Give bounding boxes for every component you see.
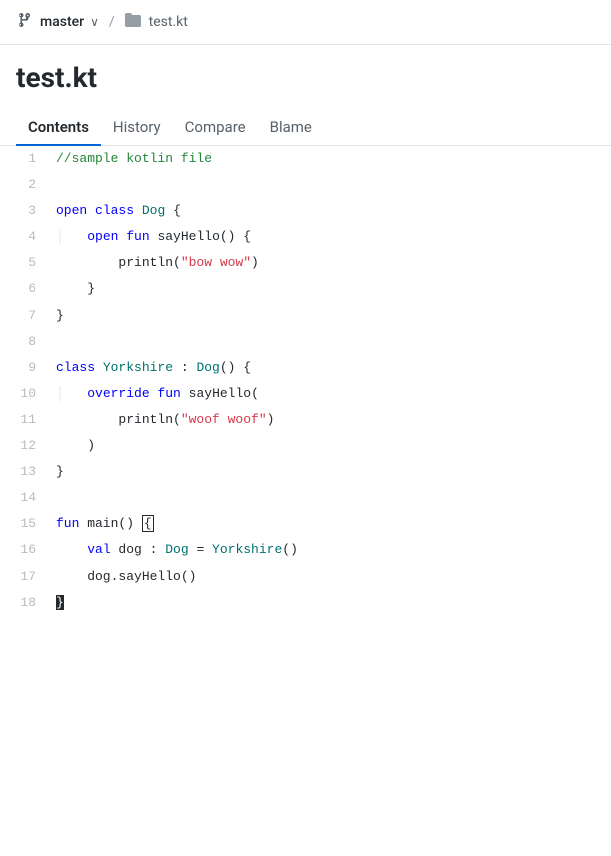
code-container: 1//sample kotlin file2 3open class Dog {… (0, 146, 611, 616)
line-code: class Yorkshire : Dog() { (48, 355, 611, 381)
code-table: 1//sample kotlin file2 3open class Dog {… (0, 146, 611, 616)
line-number: 2 (0, 172, 48, 198)
line-code: │ open fun sayHello() { (48, 224, 611, 250)
branch-name: master (40, 14, 84, 30)
line-number: 10 (0, 381, 48, 407)
line-code (48, 485, 611, 511)
line-code: │ override fun sayHello( (48, 381, 611, 407)
line-code (48, 329, 611, 355)
table-row: 17 dog.sayHello() (0, 564, 611, 590)
line-code (48, 172, 611, 198)
tab-compare[interactable]: Compare (173, 110, 258, 146)
page-title-section: test.kt (0, 45, 611, 94)
tab-history[interactable]: History (101, 110, 173, 146)
tab-contents[interactable]: Contents (16, 110, 101, 146)
line-number: 18 (0, 590, 48, 616)
table-row: 5 println("bow wow") (0, 250, 611, 276)
line-code: println("bow wow") (48, 250, 611, 276)
table-row: 18} (0, 590, 611, 616)
page-title: test.kt (16, 61, 595, 94)
table-row: 16 val dog : Dog = Yorkshire() (0, 537, 611, 563)
branch-selector[interactable]: master ∨ (40, 14, 99, 30)
line-number: 11 (0, 407, 48, 433)
header-bar: master ∨ / test.kt (0, 0, 611, 45)
line-number: 3 (0, 198, 48, 224)
line-number: 7 (0, 303, 48, 329)
line-number: 15 (0, 511, 48, 537)
line-number: 17 (0, 564, 48, 590)
line-number: 8 (0, 329, 48, 355)
table-row: 14 (0, 485, 611, 511)
line-number: 1 (0, 146, 48, 172)
line-code: } (48, 590, 611, 616)
line-code: ) (48, 433, 611, 459)
file-path: test.kt (149, 14, 188, 30)
table-row: 7} (0, 303, 611, 329)
table-row: 11 println("woof woof") (0, 407, 611, 433)
tab-blame[interactable]: Blame (258, 110, 324, 146)
table-row: 10│ override fun sayHello( (0, 381, 611, 407)
line-number: 12 (0, 433, 48, 459)
table-row: 4│ open fun sayHello() { (0, 224, 611, 250)
line-number: 14 (0, 485, 48, 511)
line-number: 4 (0, 224, 48, 250)
table-row: 13} (0, 459, 611, 485)
line-code: dog.sayHello() (48, 564, 611, 590)
line-code: open class Dog { (48, 198, 611, 224)
git-branch-icon (16, 12, 32, 32)
line-code: } (48, 459, 611, 485)
folder-icon (125, 12, 141, 32)
table-row: 2 (0, 172, 611, 198)
line-code: fun main() { (48, 511, 611, 537)
table-row: 6 } (0, 276, 611, 302)
table-row: 1//sample kotlin file (0, 146, 611, 172)
line-number: 16 (0, 537, 48, 563)
line-number: 5 (0, 250, 48, 276)
line-code: println("woof woof") (48, 407, 611, 433)
tabs-bar: Contents History Compare Blame (0, 110, 611, 146)
table-row: 9class Yorkshire : Dog() { (0, 355, 611, 381)
line-code: //sample kotlin file (48, 146, 611, 172)
line-code: } (48, 276, 611, 302)
table-row: 3open class Dog { (0, 198, 611, 224)
table-row: 15fun main() { (0, 511, 611, 537)
table-row: 12 ) (0, 433, 611, 459)
line-code: val dog : Dog = Yorkshire() (48, 537, 611, 563)
line-number: 13 (0, 459, 48, 485)
table-row: 8 (0, 329, 611, 355)
chevron-down-icon: ∨ (90, 15, 99, 29)
line-code: } (48, 303, 611, 329)
line-number: 9 (0, 355, 48, 381)
path-separator: / (109, 14, 115, 30)
line-number: 6 (0, 276, 48, 302)
